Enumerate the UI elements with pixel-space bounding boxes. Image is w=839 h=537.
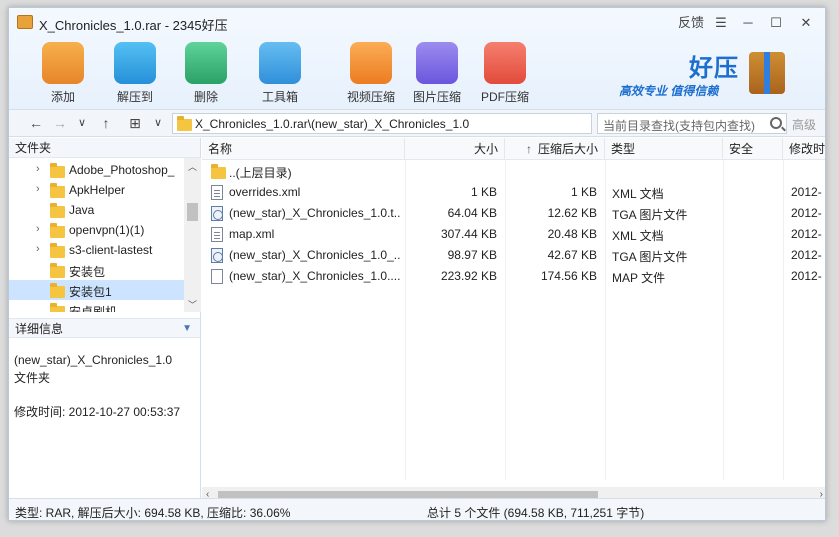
folder-icon [50, 163, 65, 178]
minimize-button[interactable]: ─ [737, 13, 759, 33]
tree-item-android-flash[interactable]: 安卓刷机 [9, 300, 184, 312]
folder-icon [50, 203, 65, 218]
xml-file-icon [211, 227, 223, 242]
folder-tree: › Adobe_Photoshop_ › ApkHelper Java › openv… [9, 158, 201, 312]
folder-icon [50, 243, 65, 258]
column-compressed-size[interactable]: ↑ 压缩后大小 [505, 138, 605, 160]
haozip-logo: 好压 高效专业 值得信赖 [619, 48, 809, 98]
titlebar: X_Chronicles_1.0.rar - 2345好压 反馈 ☰ ─ ☐ ✕ [9, 8, 825, 36]
column-type[interactable]: 类型 [605, 138, 723, 160]
pdf-compress-icon [484, 42, 526, 84]
folder-icon [50, 303, 65, 312]
back-arrow-icon[interactable]: ← [27, 114, 45, 132]
view-mode-icon[interactable]: ⊞ [126, 114, 144, 132]
left-pane: 文件夹 › Adobe_Photoshop_ › ApkHelper Java › o… [9, 138, 201, 498]
table-row[interactable]: map.xml 307.44 KB 20.48 KB XML 文档 2012- [202, 224, 825, 245]
details-name: (new_star)_X_Chronicles_1.0 [14, 353, 173, 367]
logo-box-icon [749, 52, 785, 94]
expand-icon[interactable]: › [36, 223, 40, 235]
extract-box-icon [114, 42, 156, 84]
tree-item-s3-client[interactable]: › s3-client-lastest [9, 240, 184, 260]
expand-icon[interactable]: › [36, 163, 40, 175]
sort-ascending-icon: ↑ [525, 142, 532, 156]
add-button[interactable]: 添加 [33, 42, 93, 106]
tree-scrollbar[interactable]: ︿ ﹀ [184, 158, 201, 312]
search-input[interactable]: 当前目录查找(支持包内查找) [597, 113, 787, 134]
feedback-button[interactable]: 反馈 [677, 13, 705, 33]
expand-icon[interactable]: › [36, 243, 40, 255]
folder-icon [50, 183, 65, 198]
image-compress-icon [416, 42, 458, 84]
add-box-icon [42, 42, 84, 84]
folder-icon [50, 283, 65, 298]
folder-icon [211, 164, 226, 179]
status-bar: 类型: RAR, 解压后大小: 694.58 KB, 压缩比: 36.06% 总… [9, 498, 825, 520]
file-icon [211, 269, 223, 284]
table-row[interactable]: overrides.xml 1 KB 1 KB XML 文档 2012- [202, 182, 825, 203]
extract-button[interactable]: 解压到 [105, 42, 165, 106]
up-arrow-icon[interactable]: ↑ [97, 114, 115, 132]
close-button[interactable]: ✕ [795, 13, 817, 33]
maximize-button[interactable]: ☐ [765, 13, 787, 33]
toolbar-area: X_Chronicles_1.0.rar - 2345好压 反馈 ☰ ─ ☐ ✕… [9, 8, 825, 109]
delete-button[interactable]: 删除 [176, 42, 236, 106]
menu-icon[interactable]: ☰ [711, 13, 731, 33]
history-dropdown-icon[interactable]: ∨ [73, 114, 91, 132]
recycle-bin-icon [185, 42, 227, 84]
pdf-compress-button[interactable]: PDF压缩 [475, 42, 535, 106]
archive-info: 类型: RAR, 解压后大小: 694.58 KB, 压缩比: 36.06% [15, 506, 291, 520]
details-type: 文件夹 [14, 371, 51, 385]
file-total: 总计 5 个文件 (694.58 KB, 711,251 字节) [427, 506, 645, 520]
view-dropdown-icon[interactable]: ∨ [149, 114, 167, 132]
video-compress-button[interactable]: 视频压缩 [341, 42, 401, 106]
expand-icon[interactable]: › [36, 183, 40, 195]
toolbox-icon [259, 42, 301, 84]
navigation-bar: ← → ∨ ↑ ⊞ ∨ X_Chronicles_1.0.rar\(new_st… [9, 109, 825, 137]
folder-icon [50, 263, 65, 278]
folder-pane-header: 文件夹 [9, 138, 200, 158]
file-list: 名称 大小 ↑ 压缩后大小 类型 安全 修改时 ..(上层目录) override… [202, 138, 825, 504]
table-row[interactable]: (new_star)_X_Chronicles_1.0_... 98.97 KB… [202, 245, 825, 266]
details-modified: 修改时间: 2012-10-27 00:53:37 [14, 405, 181, 419]
image-file-icon [211, 206, 223, 221]
image-file-icon [211, 248, 223, 263]
app-icon [17, 15, 33, 29]
folder-icon [177, 116, 192, 131]
address-bar[interactable]: X_Chronicles_1.0.rar\(new_star)_X_Chroni… [172, 113, 592, 134]
details-panel: (new_star)_X_Chronicles_1.0 文件夹 修改时间: 20… [14, 351, 180, 421]
table-row[interactable]: (new_star)_X_Chronicles_1.0.... 223.92 K… [202, 266, 825, 287]
table-row[interactable]: ..(上层目录) [202, 161, 825, 182]
column-name[interactable]: 名称 [202, 138, 405, 160]
column-security[interactable]: 安全 [723, 138, 783, 160]
column-modified[interactable]: 修改时 [783, 138, 825, 160]
details-header[interactable]: 详细信息 ▼ [9, 318, 200, 338]
tree-item-adobe-photoshop[interactable]: › Adobe_Photoshop_ [9, 160, 184, 180]
column-header: 名称 大小 ↑ 压缩后大小 类型 安全 修改时 [202, 138, 825, 160]
xml-file-icon [211, 185, 223, 200]
tree-item-install-pack[interactable]: 安装包 [9, 260, 184, 280]
tree-item-apkhelper[interactable]: › ApkHelper [9, 180, 184, 200]
app-window: X_Chronicles_1.0.rar - 2345好压 反馈 ☰ ─ ☐ ✕… [8, 7, 826, 521]
collapse-icon[interactable]: ▼ [182, 319, 192, 339]
search-icon[interactable] [770, 117, 782, 129]
image-compress-button[interactable]: 图片压缩 [407, 42, 467, 106]
tree-item-openvpn[interactable]: › openvpn(1)(1) [9, 220, 184, 240]
scroll-thumb[interactable] [187, 203, 198, 221]
toolbox-button[interactable]: 工具箱 [250, 42, 310, 106]
scroll-down-icon[interactable]: ﹀ [188, 298, 197, 311]
video-compress-icon [350, 42, 392, 84]
table-row[interactable]: (new_star)_X_Chronicles_1.0.t... 64.04 K… [202, 203, 825, 224]
advanced-search-button[interactable]: 高级 [792, 116, 816, 133]
forward-arrow-icon[interactable]: → [51, 114, 69, 132]
tree-item-java[interactable]: Java [9, 200, 184, 220]
folder-icon [50, 223, 65, 238]
column-size[interactable]: 大小 [405, 138, 505, 160]
window-title: X_Chronicles_1.0.rar - 2345好压 [39, 18, 228, 33]
tree-item-install-pack-1[interactable]: 安装包1 [9, 280, 184, 300]
scroll-up-icon[interactable]: ︿ [188, 160, 197, 173]
